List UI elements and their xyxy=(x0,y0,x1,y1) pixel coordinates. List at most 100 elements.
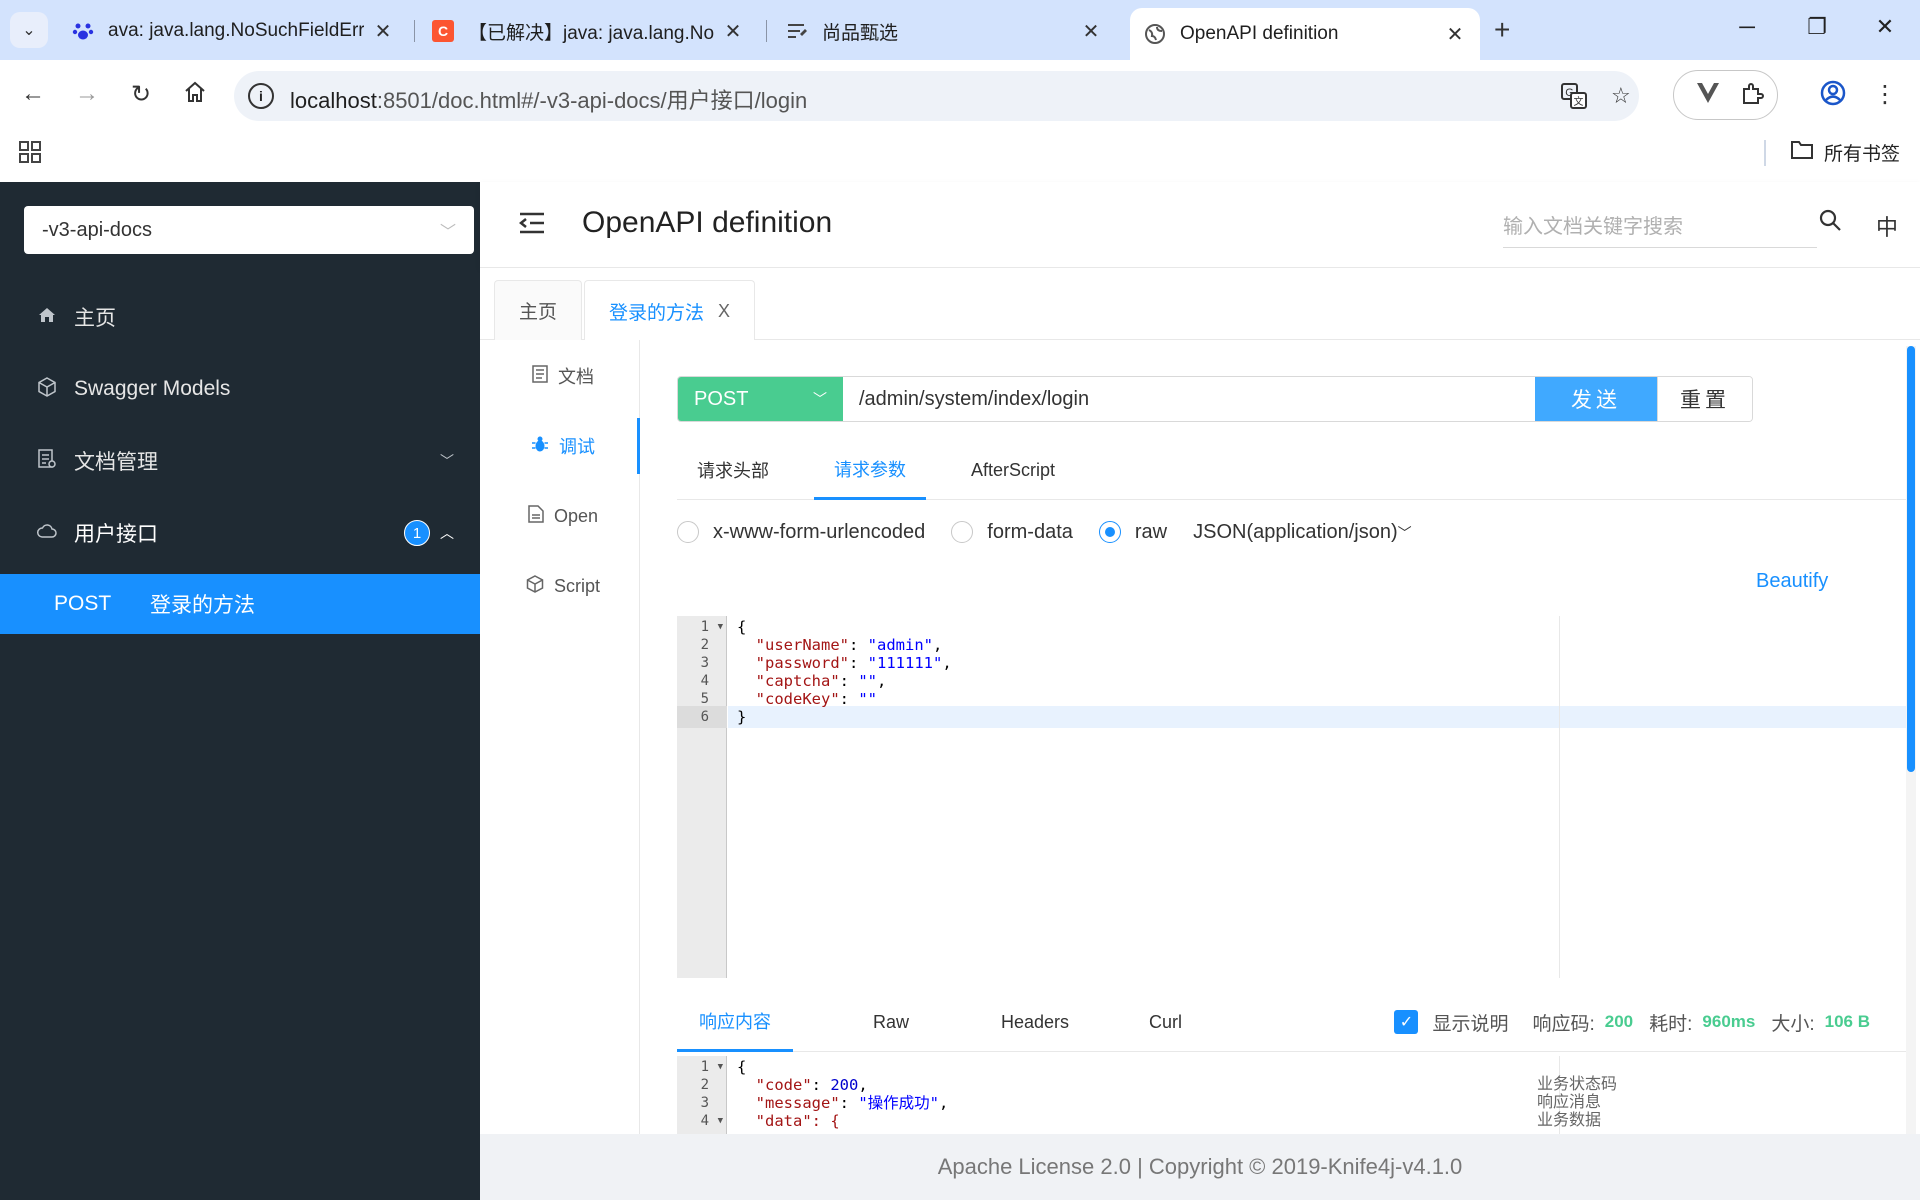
minimize-icon[interactable]: ─ xyxy=(1732,14,1762,40)
radio-label: x-www-form-urlencoded xyxy=(713,520,926,543)
baidu-paw-icon xyxy=(72,20,94,42)
browser-menu-icon[interactable]: ⋮ xyxy=(1870,80,1900,109)
tab-close-icon[interactable]: ✕ xyxy=(372,19,394,44)
vtab-doc[interactable]: 文档 xyxy=(486,348,640,404)
scrollbar-thumb[interactable] xyxy=(1907,346,1915,772)
cube-icon xyxy=(36,376,58,402)
http-method-label: POST xyxy=(54,592,112,615)
bookmarks-bar: 所有书签 xyxy=(0,130,1920,182)
radio-dot xyxy=(1098,521,1121,543)
field-description: 业务数据 xyxy=(1537,1112,1602,1129)
vtab-label: Open xyxy=(553,505,599,526)
vtab-active-indicator xyxy=(637,418,640,474)
doc-tab-label: 主页 xyxy=(519,302,558,323)
chevron-down-icon: ﹀ xyxy=(813,391,827,407)
radio-form-data[interactable]: form-data xyxy=(951,521,1073,544)
api-content: 文档 调试 Open Script POST ﹀ /admin/system/i… xyxy=(486,340,1906,1134)
sidebar-item-doc-manage[interactable]: 文档管理 ﹀ xyxy=(0,425,480,497)
translate-icon[interactable]: G文 xyxy=(1561,83,1587,115)
extensions-puzzle-icon[interactable] xyxy=(1740,82,1764,112)
tab-response-curl[interactable]: Curl xyxy=(1149,992,1182,1052)
tab-response-content[interactable]: 响应内容 xyxy=(677,992,793,1052)
site-info-icon[interactable]: i xyxy=(248,83,274,109)
folder-icon xyxy=(1790,140,1814,166)
tab-close-icon[interactable]: ✕ xyxy=(1080,19,1102,44)
bookmark-star-icon[interactable]: ☆ xyxy=(1611,83,1631,109)
tab-request-headers[interactable]: 请求头部 xyxy=(697,440,769,500)
app-header: OpenAPI definition 中 xyxy=(480,182,1920,268)
all-bookmarks-folder[interactable]: 所有书签 xyxy=(1790,139,1900,166)
radio-dot xyxy=(677,521,699,543)
show-desc-label: 显示说明 xyxy=(1432,1013,1509,1035)
sidebar-item-label: Swagger Models xyxy=(74,377,231,400)
http-method-select[interactable]: POST ﹀ xyxy=(678,377,843,421)
sidebar-item-swagger-models[interactable]: Swagger Models xyxy=(0,353,480,425)
vtab-debug[interactable]: 调试 xyxy=(486,418,640,474)
browser-tab-1[interactable]: ava: java.lang.NoSuchFieldErr ✕ xyxy=(58,10,408,52)
tab-close-icon[interactable]: ✕ xyxy=(722,19,744,44)
sidebar-item-label: 主页 xyxy=(74,307,116,330)
request-url-input[interactable]: /admin/system/index/login xyxy=(843,377,1535,421)
http-method-value: POST xyxy=(694,387,749,410)
sidebar: -v3-api-docs ﹀ 主页 Swagger Models 文档管理 ﹀ … xyxy=(0,182,480,1200)
chevron-down-icon: ﹀ xyxy=(439,224,456,241)
language-toggle[interactable]: 中 xyxy=(1876,210,1898,242)
beautify-link[interactable]: Beautify xyxy=(1756,570,1828,593)
doc-tab-home[interactable]: 主页 xyxy=(494,280,583,340)
tab-response-raw[interactable]: Raw xyxy=(873,992,909,1052)
close-window-icon[interactable]: ✕ xyxy=(1870,14,1900,40)
tab-after-script[interactable]: AfterScript xyxy=(971,440,1055,500)
browser-tab-title: 尚品甄选 xyxy=(822,22,899,44)
browser-tab-active[interactable]: OpenAPI definition ✕ xyxy=(1130,8,1480,60)
radio-urlencoded[interactable]: x-www-form-urlencoded xyxy=(677,521,925,544)
sidebar-item-home[interactable]: 主页 xyxy=(0,281,480,353)
sidebar-item-login-method[interactable]: POST 登录的方法 xyxy=(0,574,480,634)
footer: Apache License 2.0 | Copyright © 2019-Kn… xyxy=(480,1134,1920,1200)
new-tab-button[interactable]: + xyxy=(1494,14,1510,46)
tab-close-icon[interactable]: ✕ xyxy=(1444,22,1466,47)
menu-fold-icon[interactable] xyxy=(518,210,546,242)
line-number: 6 xyxy=(677,706,727,728)
content-type-select[interactable]: JSON(application/json)﹀ xyxy=(1193,521,1412,544)
doc-tab-login[interactable]: 登录的方法 X xyxy=(584,280,756,341)
svg-text:C: C xyxy=(438,23,448,39)
browser-toolbar: ← → ↻ i localhost:8501/doc.html#/-v3-api… xyxy=(0,60,1920,130)
doc-manage-icon xyxy=(36,448,58,474)
radio-dot xyxy=(951,521,974,543)
vtab-open[interactable]: Open xyxy=(486,488,640,544)
status-code-value: 200 xyxy=(1604,1012,1634,1031)
api-group-select[interactable]: -v3-api-docs ﹀ xyxy=(24,206,474,254)
profile-icon[interactable] xyxy=(1818,80,1848,113)
back-arrow-icon[interactable]: ← xyxy=(18,80,48,108)
response-meta: ✓ 显示说明 响应码: 200 耗时: 960ms 大小: 106 B xyxy=(1394,992,1876,1052)
radio-raw[interactable]: raw xyxy=(1098,521,1167,544)
response-body-editor[interactable]: 1 ▼ 2 3 4 ▼ { "code": 200, "message": "操作成… xyxy=(677,1056,1906,1134)
request-body-editor[interactable]: 1 ▼ 2 3 4 5 6 { "userName": "admin", "pas… xyxy=(677,616,1906,978)
doc-tab-close-icon[interactable]: X xyxy=(718,301,730,322)
tab-search-chevron-icon[interactable]: ⌄ xyxy=(10,12,48,48)
vue-devtools-icon[interactable] xyxy=(1696,82,1720,110)
browser-tab-3[interactable]: 尚品甄选 ✕ xyxy=(772,10,1116,52)
search-icon[interactable] xyxy=(1818,208,1842,239)
browser-tab-2[interactable]: C 【已解决】java: java.lang.NoS ✕ xyxy=(418,10,758,52)
apps-grid-icon[interactable] xyxy=(18,140,42,171)
reset-button[interactable]: 重置 xyxy=(1657,377,1752,421)
address-bar[interactable]: i localhost:8501/doc.html#/-v3-api-docs/… xyxy=(234,71,1639,121)
code-line: "codeKey": "" xyxy=(755,690,878,708)
vtab-label: 文档 xyxy=(558,367,594,387)
forward-arrow-icon[interactable]: → xyxy=(72,80,102,108)
sidebar-item-user-api[interactable]: 用户接口 1 ︿ xyxy=(0,497,480,569)
response-tabs: 响应内容 Raw Headers Curl ✓ 显示说明 响应码: 200 耗时… xyxy=(677,992,1906,1052)
doc-search-input[interactable] xyxy=(1503,208,1817,248)
restore-icon[interactable]: ❐ xyxy=(1802,14,1832,40)
tab-response-headers[interactable]: Headers xyxy=(1001,992,1069,1052)
radio-label: form-data xyxy=(987,520,1073,543)
vtab-script[interactable]: Script xyxy=(486,558,640,614)
reload-icon[interactable]: ↻ xyxy=(126,80,156,109)
content-scrollbar[interactable] xyxy=(1906,346,1916,1136)
show-desc-checkbox[interactable]: ✓ xyxy=(1394,1010,1419,1034)
home-icon[interactable] xyxy=(180,80,210,111)
tab-request-params[interactable]: 请求参数 xyxy=(814,440,926,500)
address-url[interactable]: localhost:8501/doc.html#/-v3-api-docs/用户… xyxy=(290,83,807,115)
send-button[interactable]: 发送 xyxy=(1535,377,1657,421)
